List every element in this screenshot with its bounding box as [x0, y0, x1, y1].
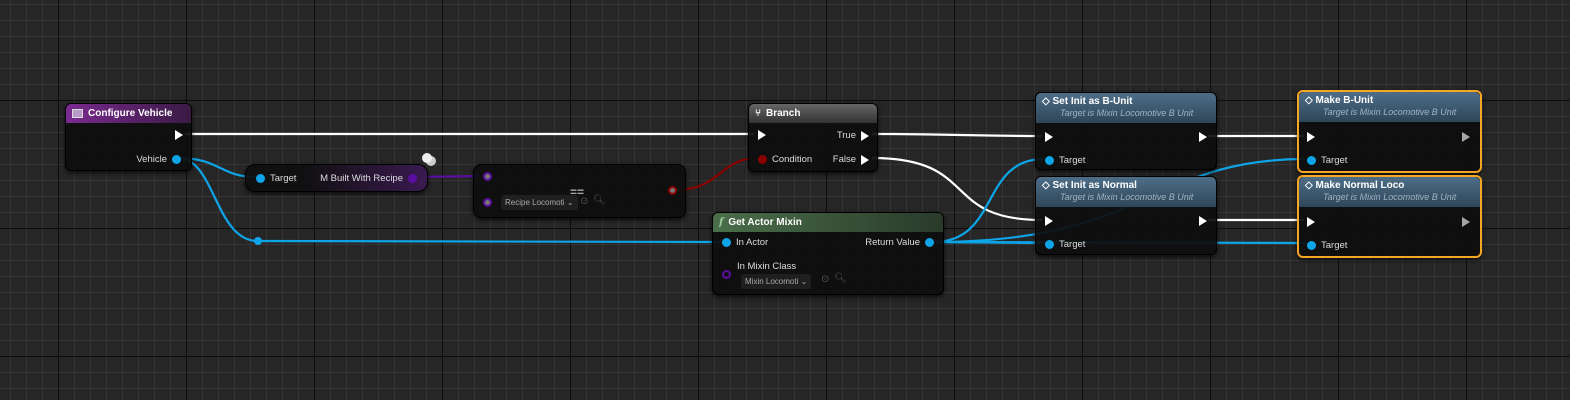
target-pin[interactable]: Target — [1045, 155, 1085, 166]
function-icon: f — [719, 217, 724, 228]
target-pin[interactable]: Target — [1307, 240, 1347, 251]
pin-label: Target — [1059, 155, 1086, 166]
pin-label: Target — [1321, 155, 1348, 166]
exec-wire-true — [871, 132, 1043, 138]
condition-pin[interactable]: Condition — [758, 154, 812, 165]
node-header: ◇ Set Init as B-Unit Target is Mixin Loc… — [1036, 93, 1216, 123]
true-pin[interactable]: True — [837, 130, 869, 141]
node-title: Make B-Unit — [1315, 95, 1374, 106]
pin-label: In Actor — [736, 237, 769, 248]
make-normal-loco-node[interactable]: ◇ Make Normal Loco Target is Mixin Locom… — [1297, 175, 1482, 258]
message-icon: ◇ — [1305, 180, 1313, 191]
set-init-normal-node[interactable]: ◇ Set Init as Normal Target is Mixin Loc… — [1035, 176, 1217, 255]
reroute-node — [254, 237, 262, 245]
pin-label: In Mixin Class — [737, 261, 797, 272]
node-title: Get Actor Mixin — [728, 217, 802, 228]
pin-label: Target — [1321, 240, 1348, 251]
in-mixin-class-pin[interactable] — [722, 270, 731, 279]
node-header: ◇ Make B-Unit Target is Mixin Locomotive… — [1299, 92, 1480, 122]
message-icon: ◇ — [1042, 180, 1050, 191]
use-selected-icon[interactable]: ⊙ — [821, 274, 829, 285]
browse-icon[interactable]: 🔍︎ — [593, 195, 606, 206]
equal-enum-node[interactable]: == Recipe Locomoti ⌄ ⊙ 🔍︎ — [473, 164, 686, 218]
node-title: Set Init as B-Unit — [1052, 96, 1133, 107]
pin-label: M Built With Recipe — [320, 173, 403, 184]
browse-icon[interactable]: 🔍︎ — [834, 273, 847, 284]
node-subtitle: Target is Mixin Locomotive B Unit — [1060, 192, 1194, 202]
exec-out-pin[interactable] — [1199, 132, 1207, 142]
event-icon — [72, 109, 83, 118]
node-subtitle: Target is Mixin Locomotive B Unit — [1060, 108, 1194, 118]
exec-in-pin[interactable] — [1307, 132, 1315, 142]
branch-node[interactable]: ⑂ Branch True Condition False — [748, 103, 878, 172]
recipe-dropdown[interactable]: Recipe Locomoti ⌄ — [501, 195, 578, 210]
message-icon: ◇ — [1305, 95, 1313, 106]
pin-label: Target — [270, 173, 297, 184]
exec-out-pin[interactable] — [1462, 132, 1470, 142]
node-subtitle: Target is Mixin Locomotive B Unit — [1323, 107, 1457, 117]
node-title: Set Init as Normal — [1052, 180, 1137, 191]
built-with-recipe-pin[interactable]: M Built With Recipe — [320, 173, 417, 184]
mixin-class-dropdown[interactable]: Mixin Locomoti ⌄ — [741, 274, 812, 289]
node-header: Configure Vehicle — [66, 104, 191, 123]
node-title: Configure Vehicle — [88, 108, 173, 119]
pin-label: True — [836, 130, 856, 141]
node-header: ◇ Make Normal Loco Target is Mixin Locom… — [1299, 177, 1480, 207]
false-pin[interactable]: False — [833, 154, 869, 165]
a-pin[interactable] — [483, 172, 492, 181]
node-header: ◇ Set Init as Normal Target is Mixin Loc… — [1036, 177, 1216, 207]
use-selected-icon[interactable]: ⊙ — [580, 196, 588, 207]
exec-in-pin[interactable] — [1307, 217, 1315, 227]
bool-wire — [675, 156, 759, 192]
node-header: ⑂ Branch — [749, 104, 877, 123]
pin-label: Vehicle — [136, 154, 167, 165]
make-b-unit-node[interactable]: ◇ Make B-Unit Target is Mixin Locomotive… — [1297, 90, 1482, 173]
message-icon: ◇ — [1042, 96, 1050, 107]
target-pin[interactable]: Target — [256, 173, 296, 184]
exec-out-pin[interactable] — [1199, 216, 1207, 226]
object-wire — [932, 157, 1045, 244]
return-pin[interactable] — [668, 186, 677, 195]
node-title: Make Normal Loco — [1315, 180, 1405, 191]
set-init-b-unit-node[interactable]: ◇ Set Init as B-Unit Target is Mixin Loc… — [1035, 92, 1217, 170]
exec-in-pin[interactable] — [1045, 216, 1053, 226]
in-mixin-class-label: In Mixin Class — [737, 261, 796, 272]
target-pin[interactable]: Target — [1045, 239, 1085, 250]
exec-out-pin[interactable] — [175, 130, 183, 140]
pin-label: False — [832, 154, 856, 165]
branch-icon: ⑂ — [755, 108, 761, 119]
pin-label: Target — [1059, 239, 1086, 250]
vehicle-pin[interactable]: Vehicle — [136, 154, 181, 165]
exec-in-pin[interactable] — [758, 130, 766, 140]
replicated-icon — [422, 153, 432, 163]
configure-vehicle-node[interactable]: Configure Vehicle Vehicle — [65, 103, 192, 171]
target-pin[interactable]: Target — [1307, 155, 1347, 166]
pin-label: Condition — [772, 154, 813, 165]
exec-in-pin[interactable] — [1045, 132, 1053, 142]
get-actor-mixin-node[interactable]: f Get Actor Mixin In Actor Return Value … — [712, 212, 944, 295]
pin-label: Return Value — [865, 237, 920, 248]
in-actor-pin[interactable]: In Actor — [722, 237, 768, 248]
return-value-pin[interactable]: Return Value — [865, 237, 934, 248]
built-with-recipe-getter-node[interactable]: Target M Built With Recipe — [245, 164, 428, 192]
node-header: f Get Actor Mixin — [713, 213, 943, 232]
node-title: Branch — [766, 108, 801, 119]
dropdown-value: Mixin Locomoti — [745, 277, 799, 286]
node-subtitle: Target is Mixin Locomotive B Unit — [1323, 192, 1457, 202]
dropdown-value: Recipe Locomoti — [505, 198, 565, 207]
exec-out-pin[interactable] — [1462, 217, 1470, 227]
b-pin[interactable] — [483, 198, 492, 207]
